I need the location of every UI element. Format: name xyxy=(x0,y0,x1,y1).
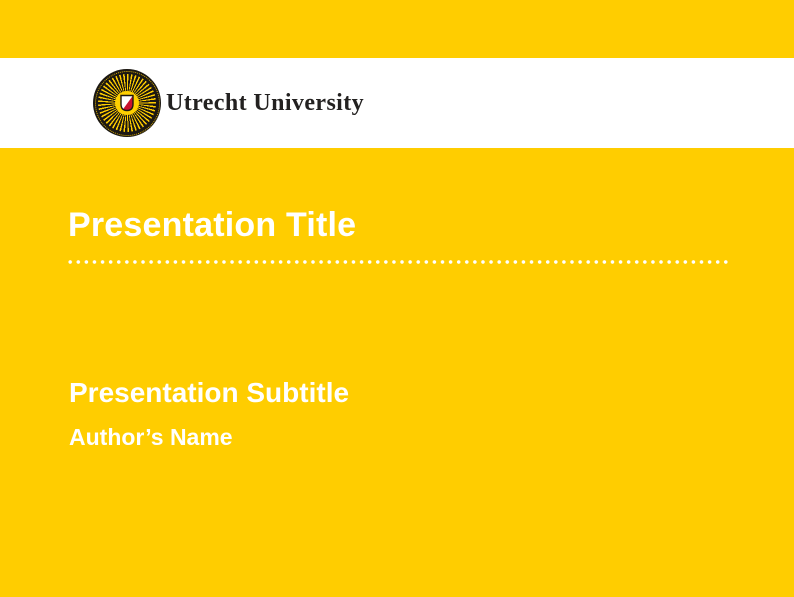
utrecht-university-sun-emblem-icon xyxy=(93,69,161,137)
author-name: Author’s Name xyxy=(69,424,233,451)
shield-icon xyxy=(120,95,134,112)
logo-band: Utrecht University xyxy=(0,58,794,148)
presentation-title: Presentation Title xyxy=(68,206,356,245)
dotted-divider xyxy=(68,259,730,265)
university-wordmark: Utrecht University xyxy=(166,58,364,148)
presentation-subtitle: Presentation Subtitle xyxy=(69,377,349,409)
title-slide: Utrecht University Presentation Title Pr… xyxy=(0,0,794,597)
